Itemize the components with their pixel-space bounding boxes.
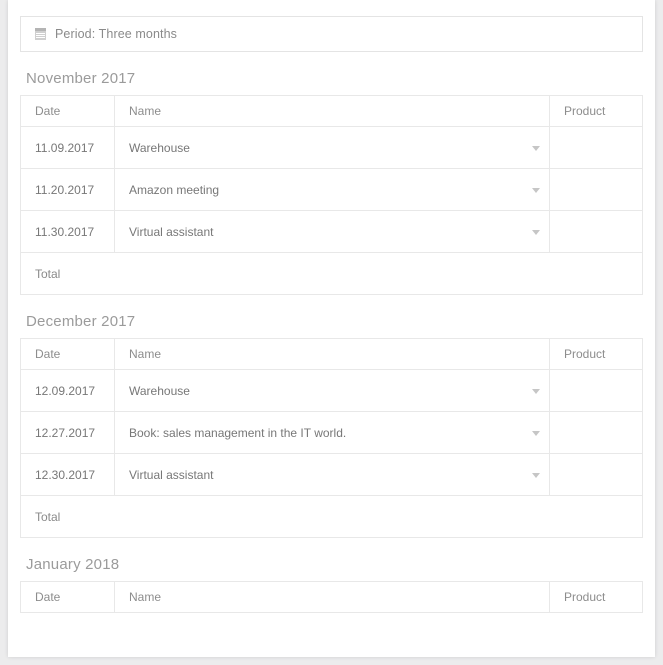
cell-name-label: Amazon meeting	[129, 182, 220, 197]
cell-name-label: Book: sales management in the IT world.	[129, 425, 347, 440]
cell-name-label: Virtual assistant	[129, 224, 214, 239]
chevron-down-icon[interactable]	[532, 388, 540, 394]
table-row: 11.09.2017 Warehouse	[20, 126, 643, 169]
cell-name-dropdown[interactable]: Virtual assistant	[114, 453, 550, 496]
cell-date: 11.30.2017	[20, 210, 115, 253]
month-table: Date Name Product 11.09.2017 Warehouse 11.20.…	[20, 95, 643, 295]
table-row: 12.27.2017 Book: sales management in the …	[20, 411, 643, 454]
total-label: Total	[35, 266, 61, 281]
column-header-date: Date	[20, 338, 115, 370]
column-header-product: Product	[549, 581, 643, 613]
month-title: November 2017	[26, 70, 136, 87]
chevron-down-icon[interactable]	[532, 229, 540, 235]
column-header-product: Product	[549, 338, 643, 370]
cell-date: 12.30.2017	[20, 453, 115, 496]
month-section: January 2018 Date Name Product	[20, 556, 643, 613]
cell-product[interactable]	[549, 369, 643, 412]
table-row: 12.09.2017 Warehouse	[20, 369, 643, 412]
table-row: 12.30.2017 Virtual assistant	[20, 453, 643, 496]
month-title: January 2018	[26, 556, 120, 573]
column-header-name: Name	[114, 338, 550, 370]
cell-name-dropdown[interactable]: Warehouse	[114, 369, 550, 412]
calendar-icon	[35, 28, 46, 40]
table-total-row: Total	[21, 496, 643, 538]
cell-product[interactable]	[549, 453, 643, 496]
column-header-date: Date	[20, 95, 115, 127]
column-header-product: Product	[549, 95, 643, 127]
cell-name-dropdown[interactable]: Warehouse	[114, 126, 550, 169]
cell-date: 11.20.2017	[20, 168, 115, 211]
cell-product[interactable]	[549, 210, 643, 253]
cell-name-label: Warehouse	[129, 140, 190, 155]
chevron-down-icon[interactable]	[532, 145, 540, 151]
table-header-row: Date Name Product	[20, 581, 643, 613]
cell-name-label: Virtual assistant	[129, 467, 214, 482]
month-section: November 2017 Date Name Product 11.09.2017 Wa…	[20, 70, 643, 295]
cell-name-label: Warehouse	[129, 383, 190, 398]
cell-product[interactable]	[549, 168, 643, 211]
month-table: Date Name Product 12.09.2017 Warehouse 12.27.…	[20, 338, 643, 538]
column-header-name: Name	[114, 581, 550, 613]
table-header-row: Date Name Product	[20, 95, 643, 127]
cell-date: 12.27.2017	[20, 411, 115, 454]
table-total-row: Total	[21, 253, 643, 295]
table-header-row: Date Name Product	[20, 338, 643, 370]
month-title: December 2017	[26, 313, 136, 330]
period-filter-bar[interactable]: Period: Three months	[20, 16, 643, 52]
chevron-down-icon[interactable]	[532, 430, 540, 436]
cell-product[interactable]	[549, 411, 643, 454]
month-table: Date Name Product	[20, 581, 643, 613]
cell-date: 11.09.2017	[20, 126, 115, 169]
cell-product[interactable]	[549, 126, 643, 169]
period-filter-label: Period: Three months	[55, 27, 177, 41]
cell-date: 12.09.2017	[20, 369, 115, 412]
month-section: December 2017 Date Name Product 12.09.2017 Wa…	[20, 313, 643, 538]
table-row: 11.20.2017 Amazon meeting	[20, 168, 643, 211]
chevron-down-icon[interactable]	[532, 472, 540, 478]
total-label: Total	[35, 509, 61, 524]
column-header-date: Date	[20, 581, 115, 613]
cell-name-dropdown[interactable]: Amazon meeting	[114, 168, 550, 211]
column-header-name: Name	[114, 95, 550, 127]
cell-name-dropdown[interactable]: Virtual assistant	[114, 210, 550, 253]
table-row: 11.30.2017 Virtual assistant	[20, 210, 643, 253]
month-sections: November 2017 Date Name Product 11.09.2017 Wa…	[20, 70, 643, 613]
chevron-down-icon[interactable]	[532, 187, 540, 193]
cell-name-dropdown[interactable]: Book: sales management in the IT world.	[114, 411, 550, 454]
report-card: Period: Three months November 2017 Date Na…	[8, 0, 655, 657]
